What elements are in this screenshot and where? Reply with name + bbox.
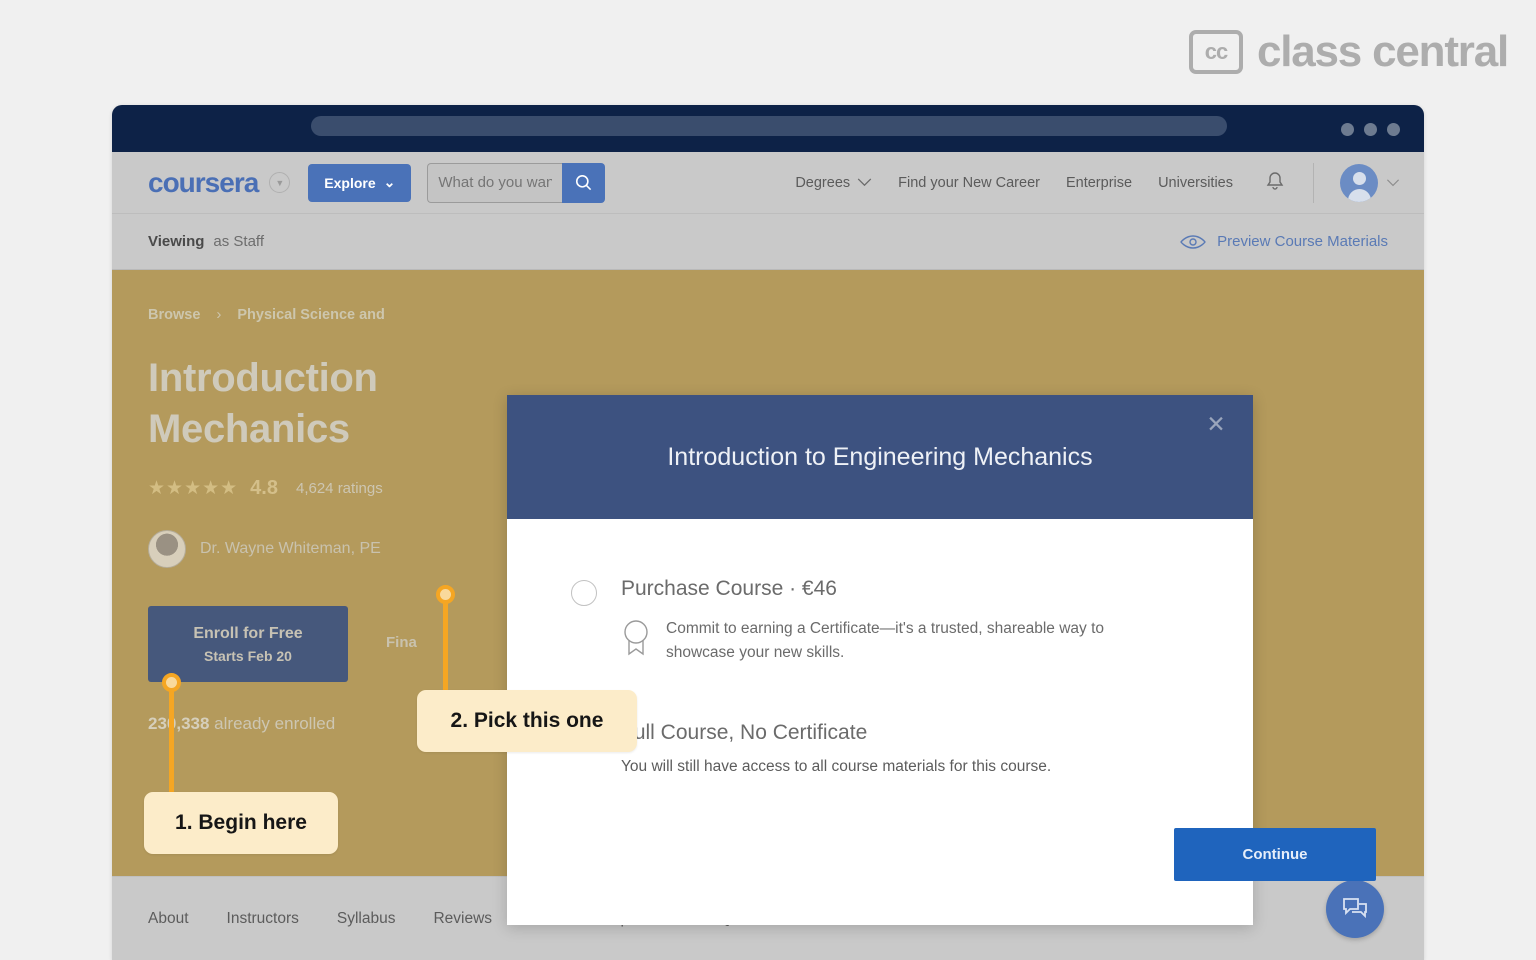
bell-icon[interactable] bbox=[1263, 167, 1287, 198]
search-input[interactable] bbox=[427, 163, 562, 203]
search-button[interactable] bbox=[562, 163, 605, 203]
browser-window: coursera ▼ Explore ⌄ Degrees Find bbox=[112, 105, 1424, 960]
cc-logo-icon: cc bbox=[1189, 30, 1243, 74]
radio-purchase-course[interactable] bbox=[571, 580, 597, 606]
radio-selected-dot bbox=[577, 730, 591, 744]
eye-icon bbox=[1180, 234, 1206, 250]
cc-badge-text: cc bbox=[1205, 39, 1227, 65]
tab-syllabus[interactable]: Syllabus bbox=[337, 910, 396, 928]
breadcrumb-item-browse[interactable]: Browse bbox=[148, 307, 200, 323]
option-full-course-label: Full Course, No Certificate bbox=[621, 721, 1051, 745]
chevron-down-icon: ⌄ bbox=[384, 174, 396, 191]
nav-link-label: Degrees bbox=[795, 175, 850, 191]
modal-body: Purchase Course · €46 Commit to earning … bbox=[507, 519, 1253, 776]
chat-bubble-icon bbox=[1341, 896, 1369, 922]
page-title-line2: Mechanics bbox=[148, 404, 568, 455]
enroll-button-start-date: Starts Feb 20 bbox=[204, 648, 292, 664]
star-rating-icon: ★★★★★ bbox=[148, 477, 238, 500]
site-navbar: coursera ▼ Explore ⌄ Degrees Find bbox=[112, 152, 1424, 214]
certificate-badge-icon bbox=[621, 619, 651, 664]
financial-aid-link[interactable]: Fina bbox=[386, 634, 417, 651]
continue-button[interactable]: Continue bbox=[1174, 828, 1376, 881]
rating-value: 4.8 bbox=[250, 477, 278, 500]
option-full-course-content: Full Course, No Certificate You will sti… bbox=[621, 721, 1051, 776]
modal-title: Introduction to Engineering Mechanics bbox=[667, 443, 1092, 472]
class-central-watermark: cc class central bbox=[1189, 27, 1508, 77]
option-full-course-description: You will still have access to all course… bbox=[621, 758, 1051, 776]
enrolled-suffix: already enrolled bbox=[209, 714, 335, 733]
enrolled-number: 230,338 bbox=[148, 714, 209, 733]
nav-link-universities[interactable]: Universities bbox=[1158, 175, 1233, 191]
breadcrumb: Browse › Physical Science and bbox=[148, 306, 1424, 323]
viewing-label: Viewing bbox=[148, 233, 204, 250]
nav-link-degrees[interactable]: Degrees bbox=[795, 175, 872, 191]
option-purchase-desc-row: Commit to earning a Certificate—it's a t… bbox=[621, 617, 1136, 665]
viewing-role: as Staff bbox=[213, 233, 264, 250]
account-menu[interactable] bbox=[1340, 164, 1400, 202]
avatar-head-icon bbox=[1353, 172, 1366, 185]
tab-about[interactable]: About bbox=[148, 910, 189, 928]
avatar[interactable] bbox=[1340, 164, 1378, 202]
preview-link-label: Preview Course Materials bbox=[1217, 233, 1388, 250]
chevron-down-icon[interactable]: ▼ bbox=[269, 172, 290, 193]
search-group bbox=[427, 163, 605, 203]
breadcrumb-separator-icon: › bbox=[216, 306, 221, 323]
option-purchase-description: Commit to earning a Certificate—it's a t… bbox=[666, 617, 1136, 665]
radio-full-course-no-certificate[interactable] bbox=[571, 724, 597, 750]
viewing-bar: Viewing as Staff Preview Course Material… bbox=[112, 214, 1424, 270]
search-icon bbox=[574, 173, 593, 192]
breadcrumb-item-category[interactable]: Physical Science and bbox=[237, 307, 385, 323]
modal-header: Introduction to Engineering Mechanics ✕ bbox=[507, 395, 1253, 519]
enroll-for-free-button[interactable]: Enroll for Free Starts Feb 20 bbox=[148, 606, 348, 682]
nav-link-enterprise[interactable]: Enterprise bbox=[1066, 175, 1132, 191]
tab-instructors[interactable]: Instructors bbox=[227, 910, 299, 928]
window-dot[interactable] bbox=[1387, 123, 1400, 136]
explore-label: Explore bbox=[324, 175, 375, 191]
option-full-course-no-certificate[interactable]: Full Course, No Certificate You will sti… bbox=[507, 721, 1253, 776]
nav-link-career[interactable]: Find your New Career bbox=[898, 175, 1040, 191]
preview-course-materials-link[interactable]: Preview Course Materials bbox=[1180, 233, 1388, 250]
option-purchase-content: Purchase Course · €46 Commit to earning … bbox=[621, 577, 1136, 665]
page-title-line1: Introduction bbox=[148, 353, 568, 404]
enroll-button-label: Enroll for Free bbox=[193, 625, 302, 643]
chevron-down-icon bbox=[1386, 179, 1400, 187]
explore-button[interactable]: Explore ⌄ bbox=[308, 164, 411, 202]
coursera-logo[interactable]: coursera bbox=[148, 167, 258, 199]
avatar-body-icon bbox=[1348, 189, 1371, 202]
close-icon[interactable]: ✕ bbox=[1201, 409, 1231, 439]
navbar-right: Degrees Find your New Career Enterprise … bbox=[795, 163, 1424, 203]
page-title: Introduction Mechanics bbox=[148, 353, 568, 455]
window-dot[interactable] bbox=[1364, 123, 1377, 136]
chevron-down-icon bbox=[857, 178, 872, 187]
instructor-avatar bbox=[148, 530, 186, 568]
chat-support-button[interactable] bbox=[1326, 880, 1384, 938]
address-bar[interactable] bbox=[311, 116, 1227, 136]
option-purchase-label: Purchase Course · €46 bbox=[621, 577, 1136, 601]
window-controls[interactable] bbox=[1341, 123, 1400, 136]
rating-count[interactable]: 4,624 ratings bbox=[296, 480, 383, 497]
tab-reviews[interactable]: Reviews bbox=[433, 910, 492, 928]
browser-chrome bbox=[112, 105, 1424, 152]
option-purchase-course[interactable]: Purchase Course · €46 Commit to earning … bbox=[507, 577, 1253, 665]
window-dot[interactable] bbox=[1341, 123, 1354, 136]
watermark-text: class central bbox=[1257, 27, 1508, 77]
enrollment-options-modal: Introduction to Engineering Mechanics ✕ … bbox=[507, 395, 1253, 925]
instructor-name[interactable]: Dr. Wayne Whiteman, PE bbox=[200, 540, 381, 558]
nav-divider bbox=[1313, 163, 1314, 203]
screenshot-root: cc class central coursera ▼ Explore ⌄ bbox=[0, 0, 1536, 960]
